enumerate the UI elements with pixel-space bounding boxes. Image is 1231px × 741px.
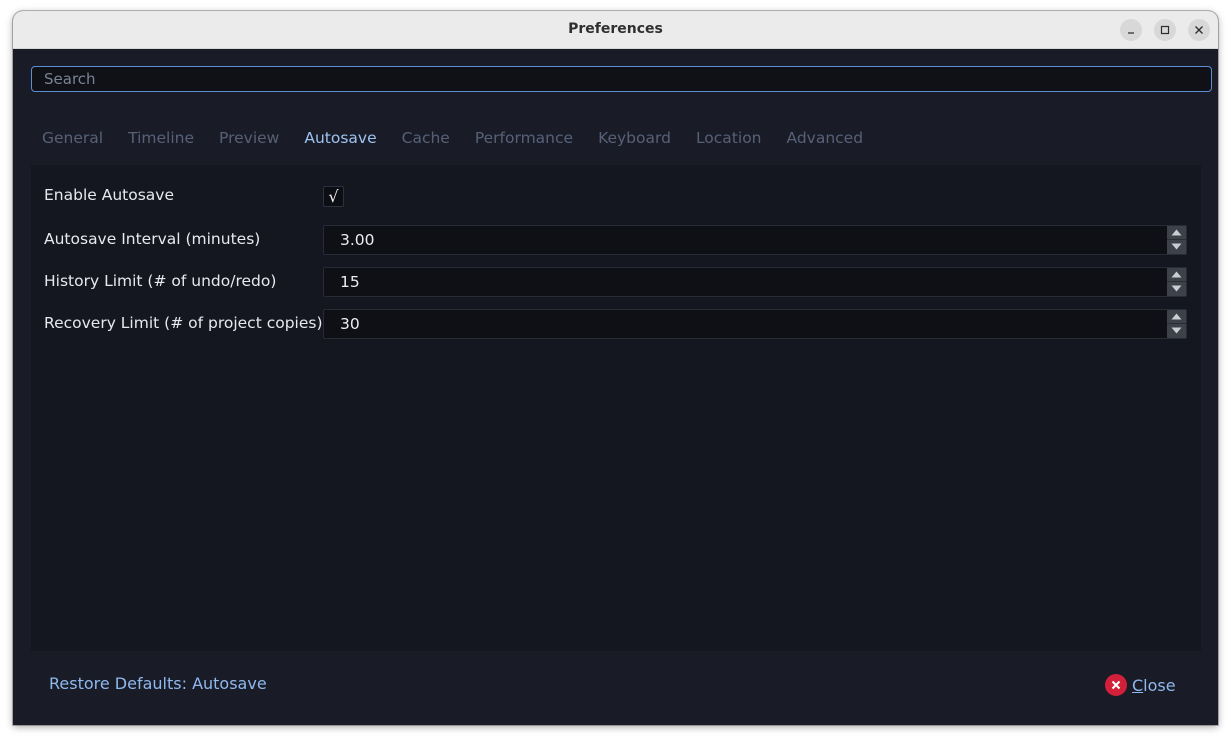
recovery-limit-value[interactable]: 30 [340, 310, 360, 338]
tab-performance[interactable]: Performance [463, 123, 585, 153]
tab-autosave[interactable]: Autosave [292, 123, 388, 153]
spin-arrows[interactable] [1167, 268, 1186, 296]
spin-up-button[interactable] [1167, 268, 1186, 282]
history-limit-spinbox[interactable]: 15 [323, 267, 1187, 297]
arrow-up-icon [1171, 271, 1182, 278]
close-mnemonic: C [1132, 675, 1144, 695]
search-field[interactable] [31, 66, 1212, 92]
enable-autosave-checkbox[interactable]: √ [323, 186, 344, 207]
arrow-down-icon [1171, 243, 1182, 250]
close-label-rest: lose [1143, 675, 1176, 695]
autosave-interval-spinbox[interactable]: 3.00 [323, 225, 1187, 255]
preferences-window: Preferences General Timeline Preview Aut… [13, 11, 1218, 725]
autosave-interval-label: Autosave Interval (minutes) [44, 230, 261, 248]
restore-defaults-button[interactable]: Restore Defaults: Autosave [49, 674, 267, 693]
recovery-limit-label: Recovery Limit (# of project copies) [44, 314, 323, 332]
tab-cache[interactable]: Cache [390, 123, 462, 153]
spin-down-button[interactable] [1167, 324, 1186, 338]
minimize-icon [1128, 32, 1134, 34]
maximize-icon [1160, 25, 1170, 35]
spin-arrows[interactable] [1167, 310, 1186, 338]
spin-down-button[interactable] [1167, 240, 1186, 254]
close-icon [1195, 26, 1203, 34]
title-bar[interactable]: Preferences [13, 11, 1218, 49]
window-close-button[interactable] [1188, 19, 1210, 41]
maximize-button[interactable] [1154, 19, 1176, 41]
history-limit-value[interactable]: 15 [340, 268, 360, 296]
spin-down-button[interactable] [1167, 282, 1186, 296]
tab-timeline[interactable]: Timeline [116, 123, 206, 153]
tab-preview[interactable]: Preview [207, 123, 291, 153]
preferences-tabs: General Timeline Preview Autosave Cache … [30, 123, 876, 153]
spin-up-button[interactable] [1167, 310, 1186, 324]
minimize-button[interactable] [1120, 19, 1142, 41]
search-input[interactable] [44, 67, 1194, 91]
spin-up-button[interactable] [1167, 226, 1186, 240]
autosave-interval-value[interactable]: 3.00 [340, 226, 375, 254]
spin-arrows[interactable] [1167, 226, 1186, 254]
close-button[interactable]: Close [1105, 673, 1176, 697]
close-button-label[interactable]: Close [1132, 676, 1176, 695]
tab-location[interactable]: Location [684, 123, 774, 153]
window-title: Preferences [568, 21, 663, 37]
arrow-up-icon [1171, 229, 1182, 236]
tab-general[interactable]: General [30, 123, 115, 153]
recovery-limit-spinbox[interactable]: 30 [323, 309, 1187, 339]
arrow-down-icon [1171, 327, 1182, 334]
history-limit-label: History Limit (# of undo/redo) [44, 272, 277, 290]
enable-autosave-label: Enable Autosave [44, 186, 174, 204]
tab-keyboard[interactable]: Keyboard [586, 123, 683, 153]
close-circle-icon [1105, 674, 1127, 696]
autosave-settings-panel: Enable Autosave √ Autosave Interval (min… [31, 165, 1201, 651]
arrow-up-icon [1171, 313, 1182, 320]
tab-advanced[interactable]: Advanced [775, 123, 876, 153]
arrow-down-icon [1171, 285, 1182, 292]
